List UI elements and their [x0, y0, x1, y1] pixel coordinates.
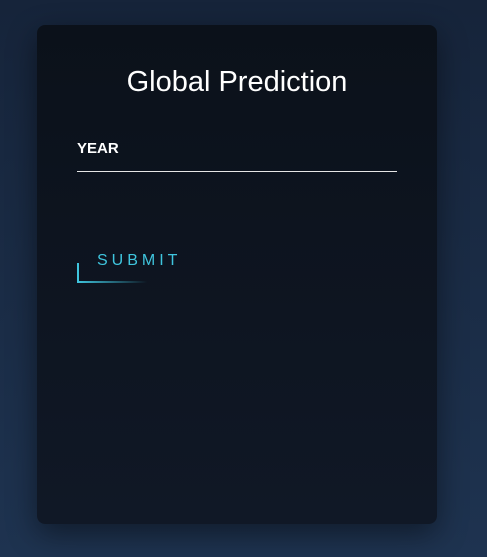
page-title: Global Prediction	[126, 66, 348, 98]
submit-label: SUBMIT	[97, 252, 182, 269]
year-input[interactable]	[77, 137, 397, 171]
submit-button[interactable]: SUBMIT	[77, 251, 187, 283]
submit-border-left	[77, 263, 79, 283]
prediction-card: Global Prediction YEAR SUBMIT	[37, 25, 437, 524]
submit-border-bottom	[77, 281, 147, 283]
year-field[interactable]: YEAR	[77, 137, 397, 172]
